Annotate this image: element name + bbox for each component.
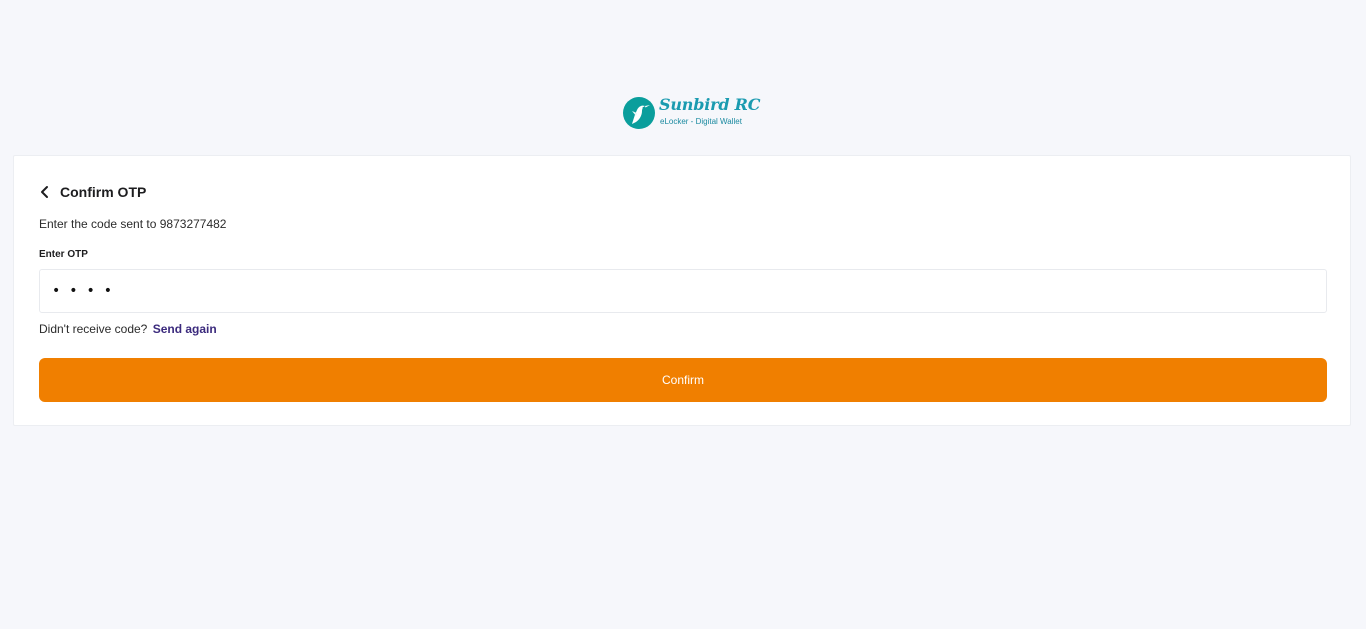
brand-logo: Sunbird RC eLocker - Digital Wallet: [623, 95, 761, 132]
resend-prompt: Didn't receive code?: [39, 322, 148, 336]
page-title: Confirm OTP: [60, 184, 147, 200]
brand-tagline: eLocker - Digital Wallet: [660, 117, 742, 126]
otp-input[interactable]: [39, 269, 1327, 313]
send-again-link[interactable]: Send again: [153, 322, 217, 336]
otp-field-label: Enter OTP: [39, 249, 88, 260]
chevron-left-icon: [38, 186, 52, 205]
hummingbird-logo-icon: [623, 97, 655, 129]
otp-card: Confirm OTP Enter the code sent to 98732…: [13, 155, 1351, 426]
brand-name: Sunbird RC: [659, 95, 761, 114]
confirm-button[interactable]: Confirm: [39, 358, 1327, 402]
otp-instruction: Enter the code sent to 9873277482: [39, 217, 227, 231]
resend-row: Didn't receive code? Send again: [39, 322, 217, 336]
back-button[interactable]: [38, 183, 52, 201]
